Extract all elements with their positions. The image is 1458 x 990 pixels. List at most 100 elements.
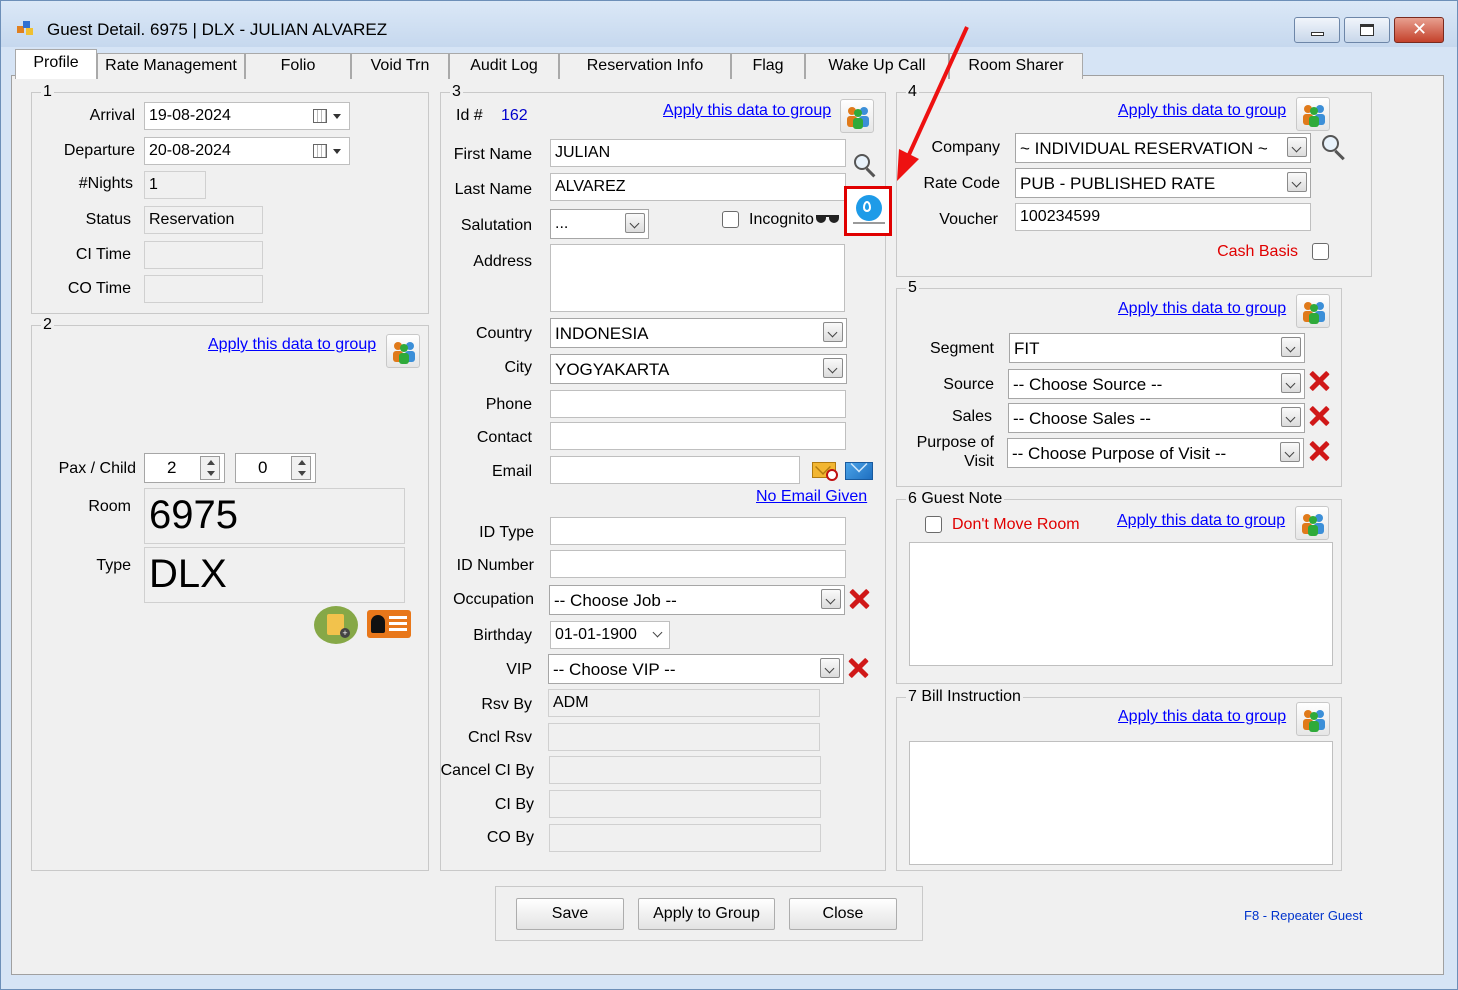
app-icon [17, 21, 35, 35]
search-icon[interactable] [849, 149, 883, 183]
phone-input[interactable] [550, 390, 846, 418]
pax-stepper[interactable]: 2 [144, 453, 225, 483]
voucher-input[interactable]: 100234599 [1015, 203, 1311, 231]
tab-rate-management[interactable]: Rate Management [97, 53, 245, 79]
departure-date-picker[interactable]: 20-08-2024 [144, 137, 350, 165]
apply-to-group-link-5[interactable]: Apply this data to group [1118, 300, 1286, 318]
maximize-icon [1360, 24, 1374, 36]
status-field[interactable]: Reservation [144, 206, 263, 234]
apply-to-group-link-7[interactable]: Apply this data to group [1118, 708, 1286, 726]
email-blocked-icon[interactable] [812, 459, 838, 481]
apply-to-group-link-6[interactable]: Apply this data to group [1117, 512, 1285, 530]
add-document-icon[interactable]: + [314, 606, 358, 644]
clear-purpose-icon[interactable] [1307, 439, 1331, 463]
arrival-date-picker[interactable]: 19-08-2024 [144, 102, 350, 130]
child-spin-buttons[interactable] [291, 456, 311, 480]
country-select[interactable]: INDONESIA [550, 318, 847, 348]
id-type-input[interactable] [550, 517, 846, 545]
contact-label: Contact [476, 429, 532, 446]
annotation-arrow [897, 26, 969, 181]
salutation-select[interactable]: ... [550, 209, 649, 239]
search-company-icon[interactable] [1316, 130, 1352, 166]
city-select[interactable]: YOGYAKARTA [550, 354, 847, 384]
clear-source-icon[interactable] [1307, 369, 1331, 393]
apply-to-group-link-4[interactable]: Apply this data to group [1118, 102, 1286, 120]
chevron-down-icon [820, 658, 840, 678]
group-people-icon[interactable] [1296, 702, 1330, 736]
segment-select[interactable]: FIT [1009, 333, 1305, 363]
co-time-field[interactable] [144, 275, 263, 303]
status-label: Status [85, 211, 131, 228]
source-select[interactable]: -- Choose Source -- [1008, 369, 1305, 399]
maximize-button[interactable] [1344, 17, 1390, 43]
rate-code-select[interactable]: PUB - PUBLISHED RATE [1015, 168, 1311, 198]
guest-detail-window: Guest Detail. 6975 | DLX - JULIAN ALVARE… [0, 0, 1458, 990]
first-name-input[interactable]: JULIAN [550, 139, 846, 167]
purpose-of-visit-select[interactable]: -- Choose Purpose of Visit -- [1007, 438, 1304, 468]
clear-occupation-icon[interactable] [847, 587, 871, 611]
tab-folio[interactable]: Folio [245, 53, 351, 79]
chevron-down-icon [1287, 172, 1307, 192]
location-button-highlight[interactable] [844, 186, 892, 236]
rsv-by-field: ADM [548, 689, 820, 717]
email-input[interactable] [550, 456, 800, 484]
ci-time-field[interactable] [144, 241, 263, 269]
apply-to-group-link-3[interactable]: Apply this data to group [663, 102, 831, 120]
occupation-select[interactable]: -- Choose Job -- [549, 585, 845, 615]
cancel-ci-by-field [549, 756, 821, 784]
chevron-down-icon [1280, 442, 1300, 462]
birthday-date-picker[interactable]: 01-01-1900 [550, 621, 670, 649]
vip-select[interactable]: -- Choose VIP -- [548, 654, 844, 684]
save-button[interactable]: Save [516, 898, 624, 930]
group-people-icon[interactable] [1296, 97, 1330, 131]
incognito-checkbox[interactable] [722, 211, 739, 228]
last-name-input[interactable]: ALVAREZ [550, 173, 846, 201]
close-button[interactable]: Close [789, 898, 897, 930]
guest-note-textarea[interactable] [909, 542, 1333, 666]
group-people-icon[interactable] [840, 99, 874, 133]
tab-reservation-info[interactable]: Reservation Info [559, 53, 731, 79]
guest-id-card-icon[interactable] [367, 610, 411, 638]
salutation-value: ... [555, 215, 569, 232]
send-email-icon[interactable] [845, 455, 875, 481]
nights-field[interactable]: 1 [144, 171, 206, 199]
chevron-down-icon [1287, 137, 1307, 157]
salutation-label: Salutation [460, 217, 532, 234]
contact-input[interactable] [550, 422, 846, 450]
id-number-input[interactable] [550, 550, 846, 578]
vip-label: VIP [506, 661, 532, 678]
child-stepper[interactable]: 0 [235, 453, 316, 483]
group-2-title: 2 [41, 316, 54, 334]
clear-vip-icon[interactable] [846, 656, 870, 680]
last-name-label: Last Name [454, 181, 532, 198]
departure-value: 20-08-2024 [149, 142, 231, 159]
company-select[interactable]: ~ INDIVIDUAL RESERVATION ~ [1015, 133, 1311, 163]
tab-flag[interactable]: Flag [731, 53, 805, 79]
pax-spin-buttons[interactable] [200, 456, 220, 480]
minimize-button[interactable] [1294, 17, 1340, 43]
tab-profile[interactable]: Profile [15, 49, 97, 79]
id-number-label: ID Number [456, 557, 534, 574]
tab-audit-log[interactable]: Audit Log [449, 53, 559, 79]
dont-move-room-checkbox[interactable] [925, 516, 942, 533]
group-people-icon[interactable] [1295, 506, 1329, 540]
country-label: Country [475, 325, 532, 342]
group-6-title: 6 Guest Note [906, 490, 1005, 508]
cancel-ci-by-label: Cancel CI By [440, 762, 534, 779]
address-textarea[interactable] [550, 244, 845, 312]
tab-void-trn[interactable]: Void Trn [351, 53, 449, 79]
no-email-given-link[interactable]: No Email Given [756, 488, 867, 506]
first-name-label: First Name [453, 146, 532, 163]
clear-sales-icon[interactable] [1307, 404, 1331, 428]
group-1-title: 1 [41, 83, 54, 101]
occupation-label: Occupation [453, 591, 534, 608]
apply-to-group-link-2[interactable]: Apply this data to group [208, 336, 376, 354]
company-value: ~ INDIVIDUAL RESERVATION ~ [1020, 139, 1268, 158]
bill-instruction-textarea[interactable] [909, 741, 1333, 865]
cash-basis-checkbox[interactable] [1312, 243, 1329, 260]
group-people-icon[interactable] [1296, 294, 1330, 328]
group-people-icon[interactable] [386, 334, 420, 368]
close-window-button[interactable]: ✕ [1394, 17, 1444, 43]
sales-select[interactable]: -- Choose Sales -- [1008, 403, 1305, 433]
apply-to-group-button[interactable]: Apply to Group [638, 898, 775, 930]
